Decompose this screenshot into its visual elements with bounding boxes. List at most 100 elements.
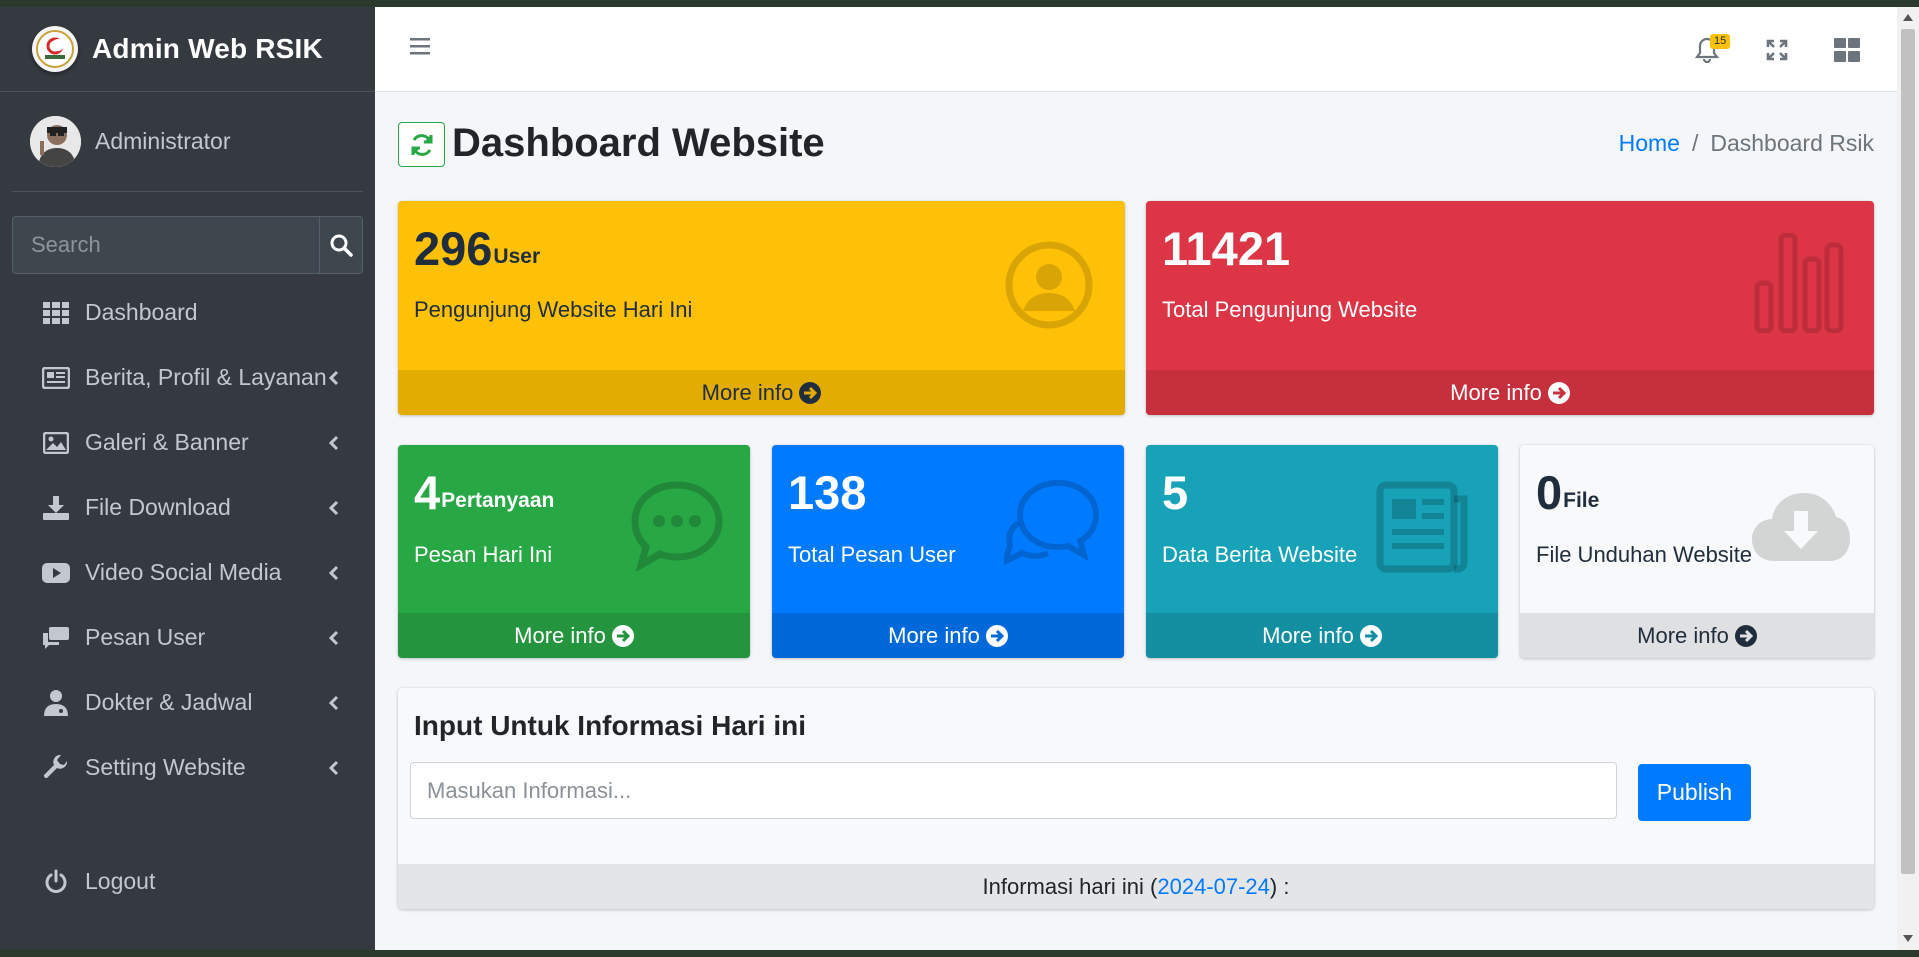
user-circle-icon: [1005, 241, 1093, 329]
more-info-link[interactable]: More info: [398, 370, 1125, 415]
expand-icon: [1766, 39, 1788, 60]
scroll-down-arrow-icon: [1903, 935, 1913, 942]
stat-label: Data Berita Website: [1162, 542, 1358, 567]
sidebar-item-label: Setting Website: [85, 754, 246, 780]
stat-value: 296User: [414, 222, 541, 275]
user-panel[interactable]: Administrator: [12, 92, 363, 192]
stat-value: 5: [1162, 466, 1189, 519]
sidebar-item-video[interactable]: Video Social Media: [0, 540, 375, 605]
page-scrollbar[interactable]: [1897, 7, 1919, 950]
stat-label: Pengunjung Website Hari Ini: [414, 297, 693, 322]
search-button[interactable]: [319, 217, 362, 273]
refresh-button[interactable]: [398, 122, 445, 167]
doctor-icon: [42, 689, 70, 717]
chevron-left-icon: [327, 693, 341, 713]
image-icon: [42, 429, 70, 457]
arrow-circle-right-icon: [1734, 624, 1757, 647]
menu-toggle-button[interactable]: [409, 35, 433, 62]
window-bottom-strip: [0, 950, 1919, 957]
chevron-left-icon: [327, 433, 341, 453]
stat-label: Pesan Hari Ini: [414, 542, 553, 567]
logout-button[interactable]: Logout: [0, 849, 375, 914]
stat-value: 4Pertanyaan: [414, 466, 555, 519]
refresh-icon: [411, 133, 432, 156]
bar-chart-icon: [1754, 233, 1844, 333]
sidebar-item-file-download[interactable]: File Download: [0, 475, 375, 540]
stat-box-messages-today: 4Pertanyaan Pesan Hari Ini More info: [398, 445, 750, 658]
hamburger-icon: [410, 38, 430, 55]
sidebar-menu: Dashboard Berita, Profil & Layanan Galer…: [0, 280, 375, 800]
grid-icon: [42, 299, 70, 327]
sidebar: Admin Web RSIK Administrator Das: [0, 7, 375, 950]
more-info-link[interactable]: More info: [1520, 613, 1874, 658]
sidebar-item-dokter[interactable]: Dokter & Jadwal: [0, 670, 375, 735]
search-input[interactable]: [13, 217, 319, 273]
information-input[interactable]: [410, 762, 1617, 819]
sidebar-item-pesan-user[interactable]: Pesan User: [0, 605, 375, 670]
user-name: Administrator: [95, 128, 231, 154]
scrollbar-thumb[interactable]: [1901, 29, 1915, 874]
more-info-link[interactable]: More info: [398, 613, 750, 658]
sidebar-item-dashboard[interactable]: Dashboard: [0, 280, 375, 345]
sidebar-item-label: File Download: [85, 494, 231, 520]
breadcrumb-home-link[interactable]: Home: [1619, 130, 1680, 156]
arrow-circle-right-icon: [799, 381, 822, 404]
download-icon: [42, 494, 70, 522]
info-input-panel: Input Untuk Informasi Hari ini Publish I…: [398, 688, 1874, 909]
more-info-link[interactable]: More info: [1146, 370, 1874, 415]
info-today-date: 2024-07-24: [1157, 873, 1270, 899]
breadcrumb: Home / Dashboard Rsik: [1619, 129, 1874, 157]
info-today-suffix: ) :: [1269, 873, 1290, 899]
brand-link[interactable]: Admin Web RSIK: [0, 7, 375, 92]
scroll-up-arrow-icon: [1903, 14, 1913, 21]
breadcrumb-current: Dashboard Rsik: [1710, 130, 1874, 156]
chevron-left-icon: [327, 498, 341, 518]
sidebar-item-setting[interactable]: Setting Website: [0, 735, 375, 800]
sidebar-item-berita[interactable]: Berita, Profil & Layanan: [0, 345, 375, 410]
sidebar-item-label: Dokter & Jadwal: [85, 689, 253, 715]
breadcrumb-separator: /: [1691, 130, 1699, 156]
control-sidebar-button[interactable]: [1812, 7, 1882, 92]
top-navbar: 15: [375, 7, 1897, 92]
brand-title: Admin Web RSIK: [92, 33, 323, 64]
wrench-icon: [42, 754, 70, 782]
more-info-link[interactable]: More info: [772, 613, 1124, 658]
notifications-button[interactable]: 15: [1672, 7, 1742, 92]
comment-dots-icon: [631, 481, 723, 571]
sidebar-item-label: Dashboard: [85, 299, 198, 325]
cloud-download-icon: [1752, 493, 1850, 561]
stat-value: 11421: [1162, 222, 1291, 275]
sidebar-item-label: Berita, Profil & Layanan: [85, 364, 327, 390]
main-content: 15 Dashboard Website Home / Dashboard Rsik…: [375, 7, 1897, 950]
newspaper-icon: [1376, 481, 1468, 573]
more-info-link[interactable]: More info: [1146, 613, 1498, 658]
sidebar-search: [12, 216, 363, 274]
page-title: Dashboard Website: [452, 121, 825, 165]
stat-box-news: 5 Data Berita Website More info: [1146, 445, 1498, 658]
arrow-circle-right-icon: [1359, 624, 1382, 647]
logout-label: Logout: [85, 868, 156, 894]
publish-button[interactable]: Publish: [1638, 764, 1751, 821]
th-large-icon: [1834, 37, 1860, 62]
info-today-prefix: Informasi hari ini (: [982, 873, 1158, 899]
arrow-circle-right-icon: [611, 624, 634, 647]
stat-label: Total Pesan User: [788, 542, 956, 567]
search-icon: [330, 234, 353, 257]
comments-outline-icon: [1004, 479, 1100, 566]
fullscreen-button[interactable]: [1742, 7, 1812, 92]
stat-box-total-messages: 138 Total Pesan User More info: [772, 445, 1124, 658]
window-top-strip: [0, 0, 1919, 7]
content-header: Dashboard Website Home / Dashboard Rsik: [398, 119, 1874, 169]
power-icon: [42, 868, 70, 896]
sidebar-item-label: Video Social Media: [85, 559, 282, 585]
stat-label: Total Pengunjung Website: [1162, 297, 1418, 322]
sidebar-item-galeri[interactable]: Galeri & Banner: [0, 410, 375, 475]
newspaper-icon: [42, 364, 70, 392]
chevron-left-icon: [327, 563, 341, 583]
avatar: [30, 116, 81, 167]
sidebar-item-label: Pesan User: [85, 624, 206, 650]
chevron-left-icon: [327, 758, 341, 778]
stat-value: 138: [788, 466, 867, 519]
arrow-circle-right-icon: [1547, 381, 1570, 404]
arrow-circle-right-icon: [985, 624, 1008, 647]
